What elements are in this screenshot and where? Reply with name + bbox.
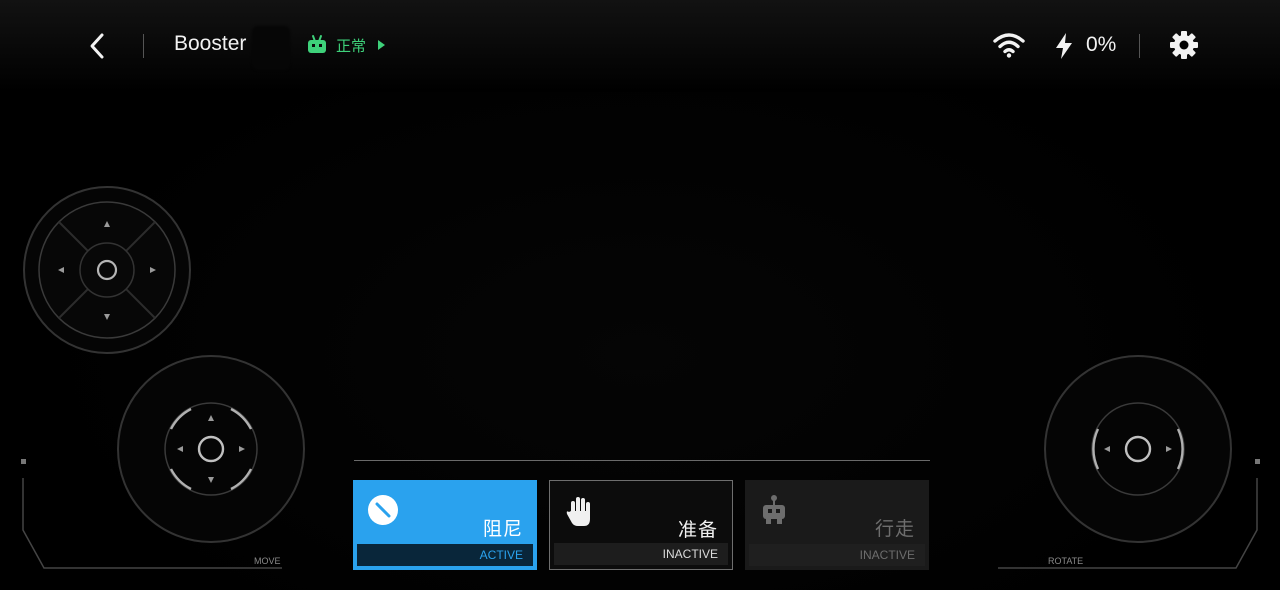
- mode-name: 行走: [874, 519, 915, 540]
- frame-marker: [21, 459, 26, 464]
- robot-status[interactable]: 正常: [306, 34, 386, 56]
- mode-tray-divider: [354, 460, 930, 461]
- mode-name: 阻尼: [482, 519, 523, 540]
- robot-control-screen: Booster 正常 0% MOVE ROTATE 阻尼 ACTIVE 准备 I…: [0, 0, 1280, 590]
- battery-level: 0%: [1086, 33, 1117, 56]
- divider: [1139, 34, 1140, 58]
- status-text: 正常: [336, 37, 367, 55]
- move-label: MOVE: [254, 556, 281, 566]
- back-button[interactable]: [84, 30, 110, 62]
- robot-name: Booster: [174, 32, 247, 55]
- chevron-left-icon: [90, 33, 104, 59]
- divider: [143, 34, 144, 58]
- right-frame: [998, 478, 1258, 569]
- top-bar: Booster 正常 0%: [0, 0, 1280, 92]
- mode-prepare-button[interactable]: 准备 INACTIVE: [549, 480, 733, 570]
- caret-right-icon: [378, 40, 386, 50]
- mode-walk-button[interactable]: 行走 INACTIVE: [745, 480, 929, 570]
- mode-state: INACTIVE: [554, 543, 728, 565]
- mode-state: INACTIVE: [749, 544, 925, 566]
- settings-button[interactable]: [1168, 29, 1200, 66]
- gear-icon: [1170, 31, 1198, 59]
- robot-icon: [763, 495, 785, 524]
- mode-damping-button[interactable]: 阻尼 ACTIVE: [353, 480, 537, 570]
- robot-icon: [308, 35, 326, 53]
- mode-name: 准备: [677, 520, 718, 541]
- dpad-control[interactable]: [22, 185, 192, 355]
- frame-marker: [1255, 459, 1260, 464]
- hand-icon: [566, 497, 590, 526]
- wifi-icon: [993, 33, 1025, 58]
- left-frame: [22, 478, 282, 569]
- mode-state: ACTIVE: [357, 544, 533, 566]
- rotate-label: ROTATE: [1048, 556, 1084, 566]
- bolt-icon: [1056, 33, 1072, 59]
- redacted-area: [252, 26, 290, 70]
- slash-circle-icon: [368, 495, 398, 525]
